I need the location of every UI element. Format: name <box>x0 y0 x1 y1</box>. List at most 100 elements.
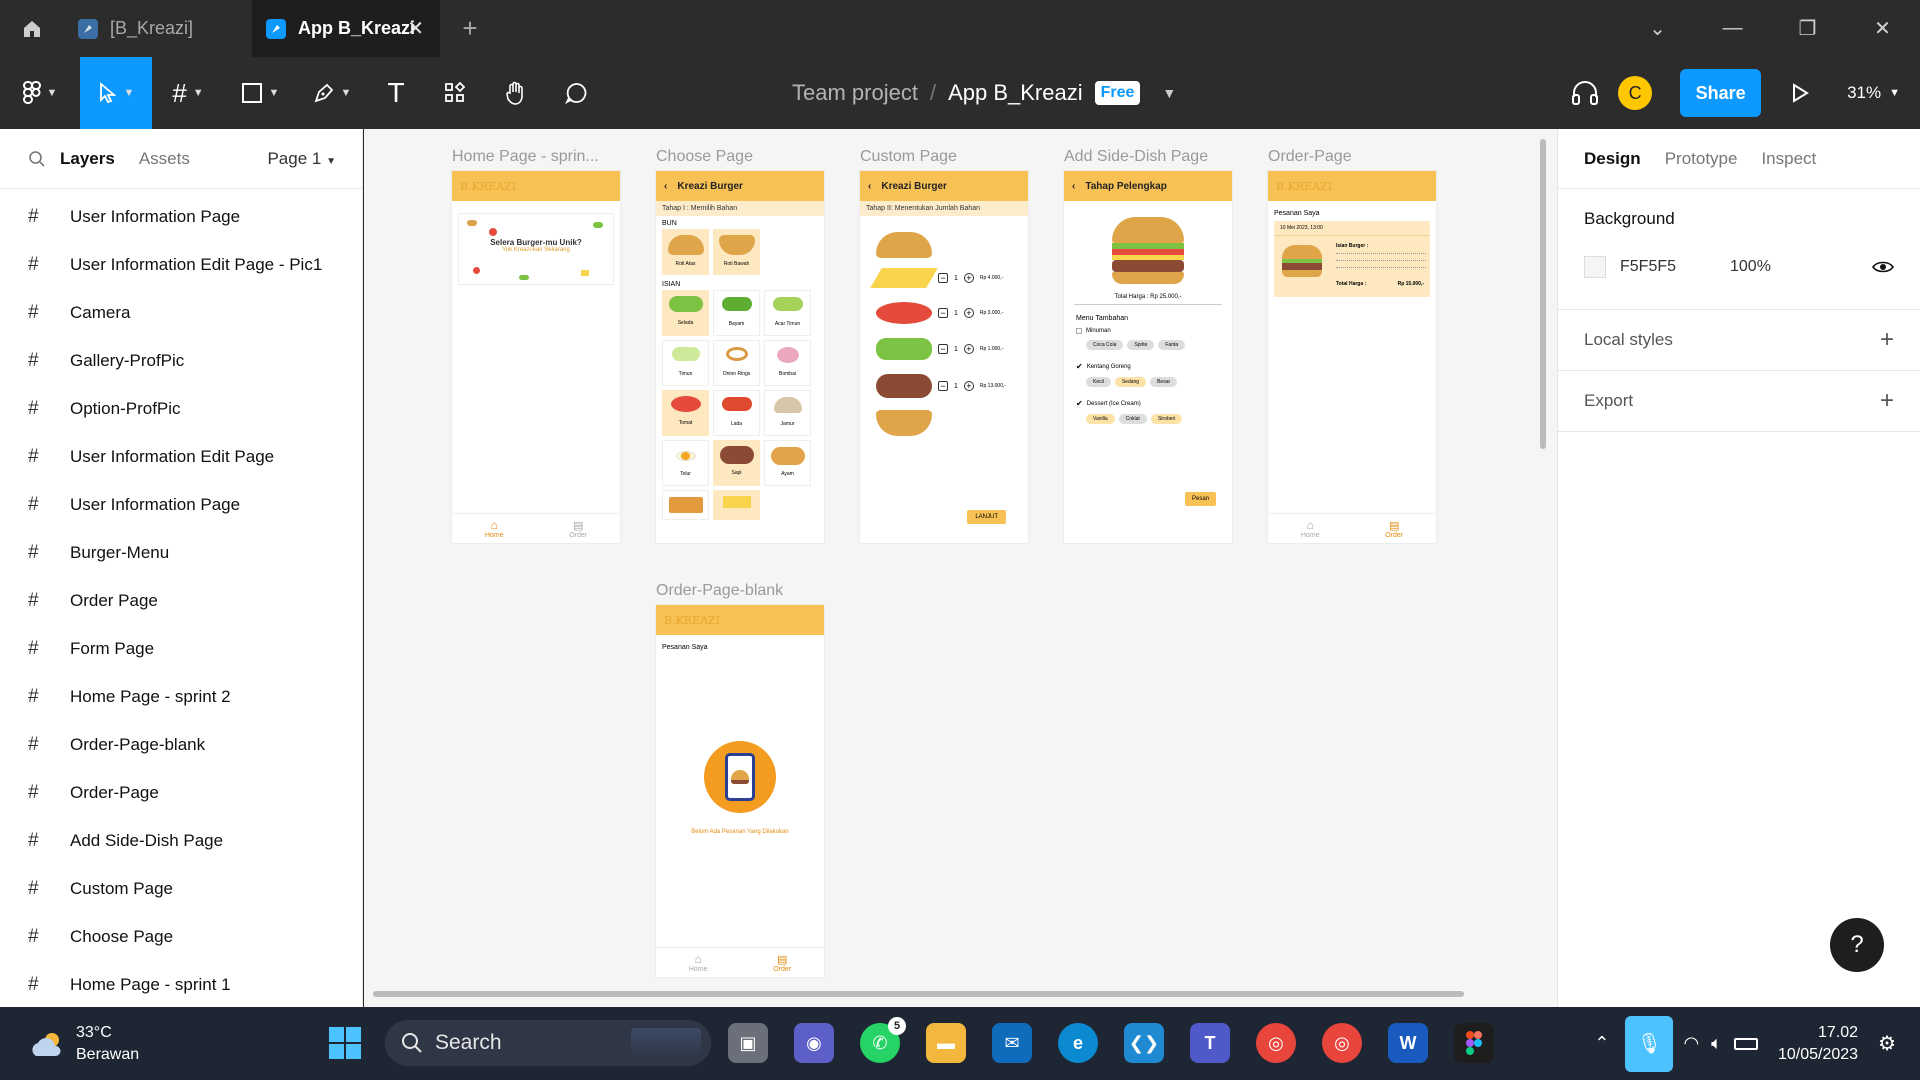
plus-icon[interactable]: + <box>963 344 974 354</box>
frame-tool[interactable]: # ▼ <box>152 57 224 129</box>
layer-item[interactable]: # User Information Page <box>0 193 362 241</box>
nav-order[interactable]: ▤ Order <box>569 519 587 539</box>
layer-item[interactable]: # Form Page <box>0 625 362 673</box>
frame-order-page-blank[interactable]: B.KREAZI Pesanan Saya Belum Ada Pesanan … <box>656 605 824 977</box>
plus-icon[interactable]: + <box>963 308 974 318</box>
frame-label-order-blank[interactable]: Order-Page-blank <box>656 582 783 600</box>
option-chip[interactable]: Besar <box>1150 377 1178 387</box>
layer-item[interactable]: # Camera <box>0 289 362 337</box>
edge-icon[interactable]: e <box>1058 1023 1098 1063</box>
background-hex[interactable]: F5F5F5 <box>1620 258 1730 276</box>
order-button[interactable]: Pesan <box>1184 492 1216 506</box>
word-icon[interactable]: W <box>1388 1023 1428 1063</box>
wifi-icon[interactable]: ◠ <box>1683 1033 1699 1054</box>
start-button[interactable] <box>325 1023 365 1063</box>
checkbox-unchecked[interactable] <box>1076 328 1082 334</box>
option-chip[interactable]: Fanta <box>1158 340 1186 350</box>
ingredient-card[interactable]: Lada <box>713 390 760 436</box>
layer-item[interactable]: # Home Page - sprint 1 <box>0 961 362 1007</box>
headphones-icon[interactable] <box>1570 79 1600 107</box>
help-button[interactable]: ? <box>1830 918 1884 972</box>
clock[interactable]: 17.02 10/05/2023 <box>1778 1022 1858 1066</box>
option-chip[interactable]: Stroberi <box>1150 414 1183 424</box>
notification-icon[interactable]: ⚙ <box>1878 1031 1896 1056</box>
layer-item[interactable]: # Order-Page <box>0 769 362 817</box>
frame-choose-page[interactable]: ‹ Kreazi Burger Tahap I : Memilih Bahan B… <box>656 171 824 543</box>
comment-tool[interactable] <box>546 57 606 129</box>
layer-item[interactable]: # Choose Page <box>0 913 362 961</box>
ingredient-card[interactable] <box>713 490 760 520</box>
share-button[interactable]: Share <box>1680 69 1762 117</box>
chevron-down-icon[interactable]: ▼ <box>1162 85 1176 101</box>
option-chip[interactable]: Coklat <box>1118 414 1147 424</box>
chevron-down-icon[interactable]: ⌄ <box>1620 0 1695 57</box>
ingredient-card[interactable]: Ayam <box>764 440 811 486</box>
taskbar-search[interactable]: Search <box>385 1020 711 1066</box>
whatsapp-icon[interactable]: ✆ 5 <box>860 1017 906 1063</box>
layer-item[interactable]: # User Information Edit Page <box>0 433 362 481</box>
mail-icon[interactable]: ✉ <box>992 1023 1032 1063</box>
restore-button[interactable]: ❐ <box>1770 0 1845 57</box>
ingredient-card[interactable]: Sapi <box>713 440 760 486</box>
new-tab-button[interactable]: + <box>440 0 500 57</box>
layer-item[interactable]: # Gallery-ProfPic <box>0 337 362 385</box>
checkbox-checked[interactable]: ✔ <box>1076 399 1083 408</box>
team-name[interactable]: Team project <box>792 80 918 106</box>
minus-icon[interactable]: − <box>938 381 948 391</box>
file-explorer-icon[interactable]: ▬ <box>926 1023 966 1063</box>
frame-label-home[interactable]: Home Page - sprin... <box>452 148 599 166</box>
pen-tool[interactable]: ▼ <box>296 57 368 129</box>
ingredient-card[interactable]: Jamur <box>764 390 811 436</box>
frame-order-page[interactable]: B.KREAZI Pesanan Saya 10 Mei 2023, 13:00… <box>1268 171 1436 543</box>
option-chip[interactable]: Vanilla <box>1086 414 1115 424</box>
ingredient-card[interactable]: Onion Rings <box>713 340 760 386</box>
battery-icon[interactable] <box>1733 1037 1758 1050</box>
eye-icon[interactable] <box>1872 260 1894 274</box>
minus-icon[interactable]: − <box>938 308 948 318</box>
tab-app-b-kreazi[interactable]: App B_Kreazi ✕ <box>252 0 440 57</box>
minus-icon[interactable]: − <box>938 344 948 354</box>
order-card[interactable]: 10 Mei 2023, 13:00 Isian Burger : Total … <box>1274 221 1430 297</box>
ingredient-card[interactable]: Selada <box>662 290 709 336</box>
layer-item[interactable]: # Home Page - sprint 2 <box>0 673 362 721</box>
file-name[interactable]: App B_Kreazi <box>948 80 1083 106</box>
nav-home[interactable]: ⌂ Home <box>1301 518 1320 539</box>
background-opacity[interactable]: 100% <box>1730 258 1771 276</box>
resources-tool[interactable] <box>424 57 486 129</box>
frame-home-page[interactable]: B.KREAZI Selera Burger-mu Unik? Yuk Krea… <box>452 171 620 543</box>
design-canvas[interactable]: Home Page - sprin... B.KREAZI Selera Bur… <box>364 129 1557 1007</box>
frame-side-dish-page[interactable]: ‹ Tahap Pelengkap Total Harga : Rp 25.000… <box>1064 171 1232 543</box>
ingredient-card[interactable]: Bayam <box>713 290 760 336</box>
layer-item[interactable]: # User Information Page <box>0 481 362 529</box>
avatar[interactable]: C <box>1618 76 1653 110</box>
layer-item[interactable]: # User Information Edit Page - Pic1 <box>0 241 362 289</box>
layer-item[interactable]: # Add Side-Dish Page <box>0 817 362 865</box>
option-chip[interactable]: Kecil <box>1086 377 1111 387</box>
option-chip[interactable]: Coca Cola <box>1086 340 1124 350</box>
tab-assets[interactable]: Assets <box>139 149 190 169</box>
home-button[interactable] <box>0 0 64 57</box>
tab-design[interactable]: Design <box>1584 149 1641 169</box>
layer-item[interactable]: # Order Page <box>0 577 362 625</box>
frame-label-custom[interactable]: Custom Page <box>860 148 957 166</box>
layer-item[interactable]: # Option-ProfPic <box>0 385 362 433</box>
checkbox-checked[interactable]: ✔ <box>1076 362 1083 371</box>
tab-layers[interactable]: Layers <box>60 149 115 169</box>
plus-icon[interactable]: + <box>963 273 974 283</box>
ingredient-card[interactable]: Timun <box>662 340 709 386</box>
zoom-menu[interactable]: 31% ▼ <box>1847 83 1900 103</box>
nav-order[interactable]: ▤ Order <box>1385 519 1403 539</box>
next-button[interactable]: LANJUT <box>967 510 1006 524</box>
nav-home[interactable]: ⌂ Home <box>485 518 504 539</box>
tab-b-kreazi[interactable]: [B_Kreazi] <box>64 0 252 57</box>
task-view-icon[interactable]: ▣ <box>728 1023 768 1063</box>
microphone-icon[interactable]: 🎙︎ <box>1625 1015 1674 1072</box>
ingredient-card[interactable]: Roti Atas <box>662 229 709 275</box>
plan-badge[interactable]: Free <box>1094 81 1141 105</box>
close-window-button[interactable]: ✕ <box>1845 0 1920 57</box>
option-chip[interactable]: Sedang <box>1114 377 1147 387</box>
ingredient-card[interactable]: Telur <box>662 440 709 486</box>
ingredient-card[interactable]: Roti Bawah <box>713 229 760 275</box>
plus-icon[interactable]: + <box>1880 387 1894 415</box>
volume-icon[interactable]: 🔈︎ <box>1711 1033 1722 1054</box>
